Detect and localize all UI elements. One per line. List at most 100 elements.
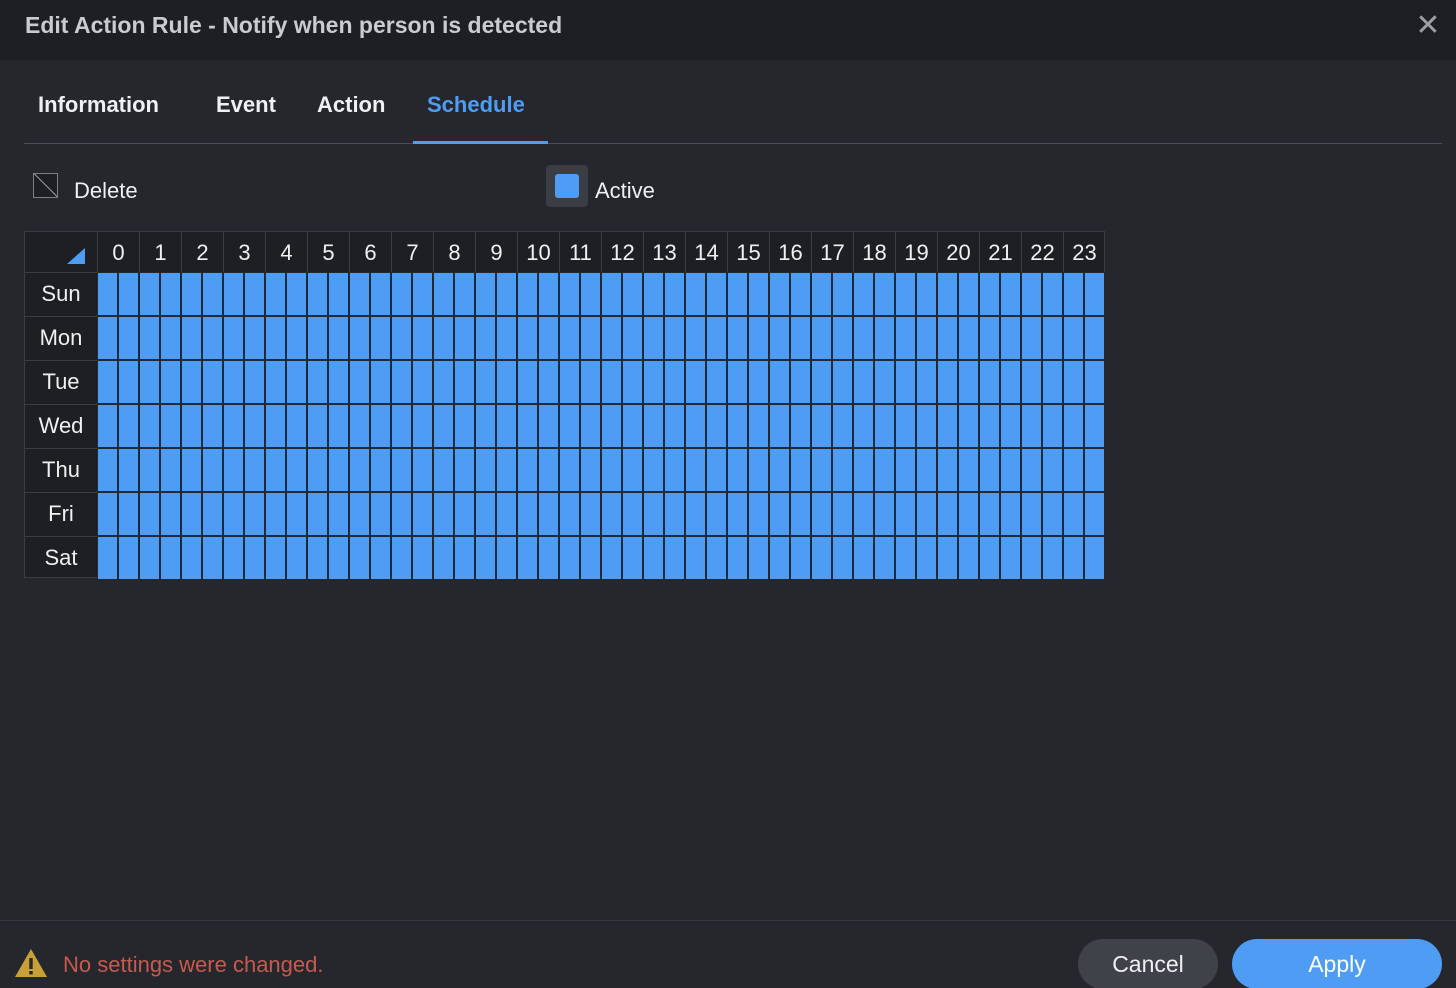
- schedule-cell[interactable]: [349, 536, 370, 580]
- hour-header-17[interactable]: 17: [811, 232, 853, 272]
- schedule-cell[interactable]: [139, 448, 160, 492]
- hour-header-22[interactable]: 22: [1021, 232, 1063, 272]
- schedule-cell[interactable]: [916, 316, 937, 360]
- schedule-cell[interactable]: [139, 492, 160, 536]
- schedule-cell[interactable]: [517, 272, 538, 316]
- schedule-cell[interactable]: [601, 448, 622, 492]
- schedule-cell[interactable]: [475, 448, 496, 492]
- schedule-cell[interactable]: [328, 448, 349, 492]
- schedule-cell[interactable]: [601, 272, 622, 316]
- schedule-cell[interactable]: [1042, 536, 1063, 580]
- schedule-cell[interactable]: [769, 360, 790, 404]
- schedule-cell[interactable]: [223, 316, 244, 360]
- schedule-cell[interactable]: [895, 360, 916, 404]
- schedule-cell[interactable]: [1000, 448, 1021, 492]
- schedule-cell[interactable]: [97, 492, 118, 536]
- schedule-cell[interactable]: [979, 404, 1000, 448]
- schedule-cell[interactable]: [391, 272, 412, 316]
- schedule-cell[interactable]: [874, 360, 895, 404]
- schedule-cell[interactable]: [790, 404, 811, 448]
- schedule-cell[interactable]: [790, 272, 811, 316]
- schedule-cell[interactable]: [454, 536, 475, 580]
- schedule-cell[interactable]: [664, 404, 685, 448]
- schedule-cell[interactable]: [958, 360, 979, 404]
- schedule-cell[interactable]: [244, 536, 265, 580]
- schedule-cell[interactable]: [538, 536, 559, 580]
- schedule-cell[interactable]: [853, 492, 874, 536]
- schedule-cell[interactable]: [601, 316, 622, 360]
- schedule-cell[interactable]: [601, 360, 622, 404]
- schedule-cell[interactable]: [937, 360, 958, 404]
- schedule-cell[interactable]: [139, 404, 160, 448]
- schedule-cell[interactable]: [139, 536, 160, 580]
- schedule-cell[interactable]: [643, 404, 664, 448]
- schedule-cell[interactable]: [496, 360, 517, 404]
- schedule-cell[interactable]: [790, 448, 811, 492]
- schedule-cell[interactable]: [475, 272, 496, 316]
- schedule-cell[interactable]: [244, 360, 265, 404]
- hour-header-1[interactable]: 1: [139, 232, 181, 272]
- schedule-cell[interactable]: [1063, 316, 1084, 360]
- hour-header-13[interactable]: 13: [643, 232, 685, 272]
- schedule-cell[interactable]: [496, 536, 517, 580]
- schedule-cell[interactable]: [769, 492, 790, 536]
- schedule-cell[interactable]: [748, 360, 769, 404]
- hour-header-10[interactable]: 10: [517, 232, 559, 272]
- schedule-cell[interactable]: [958, 272, 979, 316]
- hour-header-8[interactable]: 8: [433, 232, 475, 272]
- schedule-cell[interactable]: [160, 492, 181, 536]
- schedule-cell[interactable]: [580, 360, 601, 404]
- schedule-cell[interactable]: [538, 448, 559, 492]
- schedule-cell[interactable]: [244, 272, 265, 316]
- tab-information[interactable]: Information: [38, 92, 159, 118]
- hour-header-6[interactable]: 6: [349, 232, 391, 272]
- schedule-cell[interactable]: [727, 536, 748, 580]
- schedule-cell[interactable]: [1063, 492, 1084, 536]
- apply-button[interactable]: Apply: [1232, 939, 1442, 988]
- schedule-cell[interactable]: [685, 536, 706, 580]
- schedule-cell[interactable]: [1021, 536, 1042, 580]
- schedule-cell[interactable]: [1000, 492, 1021, 536]
- schedule-cell[interactable]: [580, 404, 601, 448]
- schedule-cell[interactable]: [706, 448, 727, 492]
- schedule-cell[interactable]: [223, 536, 244, 580]
- schedule-cell[interactable]: [433, 536, 454, 580]
- schedule-cell[interactable]: [517, 360, 538, 404]
- schedule-cell[interactable]: [601, 492, 622, 536]
- schedule-cell[interactable]: [832, 404, 853, 448]
- schedule-cell[interactable]: [265, 272, 286, 316]
- schedule-cell[interactable]: [601, 536, 622, 580]
- schedule-cell[interactable]: [874, 536, 895, 580]
- hour-header-11[interactable]: 11: [559, 232, 601, 272]
- schedule-cell[interactable]: [1063, 404, 1084, 448]
- schedule-cell[interactable]: [727, 272, 748, 316]
- schedule-cell[interactable]: [286, 360, 307, 404]
- schedule-cell[interactable]: [790, 492, 811, 536]
- schedule-cell[interactable]: [433, 404, 454, 448]
- day-label-thu[interactable]: Thu: [25, 448, 97, 492]
- schedule-cell[interactable]: [538, 360, 559, 404]
- schedule-cell[interactable]: [559, 404, 580, 448]
- schedule-cell[interactable]: [1021, 448, 1042, 492]
- schedule-cell[interactable]: [979, 448, 1000, 492]
- hour-header-4[interactable]: 4: [265, 232, 307, 272]
- schedule-cell[interactable]: [97, 448, 118, 492]
- schedule-cell[interactable]: [97, 360, 118, 404]
- schedule-cell[interactable]: [622, 272, 643, 316]
- schedule-cell[interactable]: [202, 448, 223, 492]
- schedule-cell[interactable]: [391, 448, 412, 492]
- schedule-cell[interactable]: [622, 360, 643, 404]
- schedule-cell[interactable]: [748, 492, 769, 536]
- schedule-cell[interactable]: [370, 316, 391, 360]
- schedule-cell[interactable]: [811, 492, 832, 536]
- schedule-cell[interactable]: [328, 272, 349, 316]
- schedule-cell[interactable]: [916, 404, 937, 448]
- schedule-cell[interactable]: [664, 492, 685, 536]
- schedule-cell[interactable]: [454, 448, 475, 492]
- active-legend-button[interactable]: [546, 165, 588, 207]
- schedule-cell[interactable]: [1042, 316, 1063, 360]
- schedule-cell[interactable]: [118, 404, 139, 448]
- schedule-cell[interactable]: [895, 448, 916, 492]
- schedule-cell[interactable]: [769, 404, 790, 448]
- schedule-cell[interactable]: [454, 360, 475, 404]
